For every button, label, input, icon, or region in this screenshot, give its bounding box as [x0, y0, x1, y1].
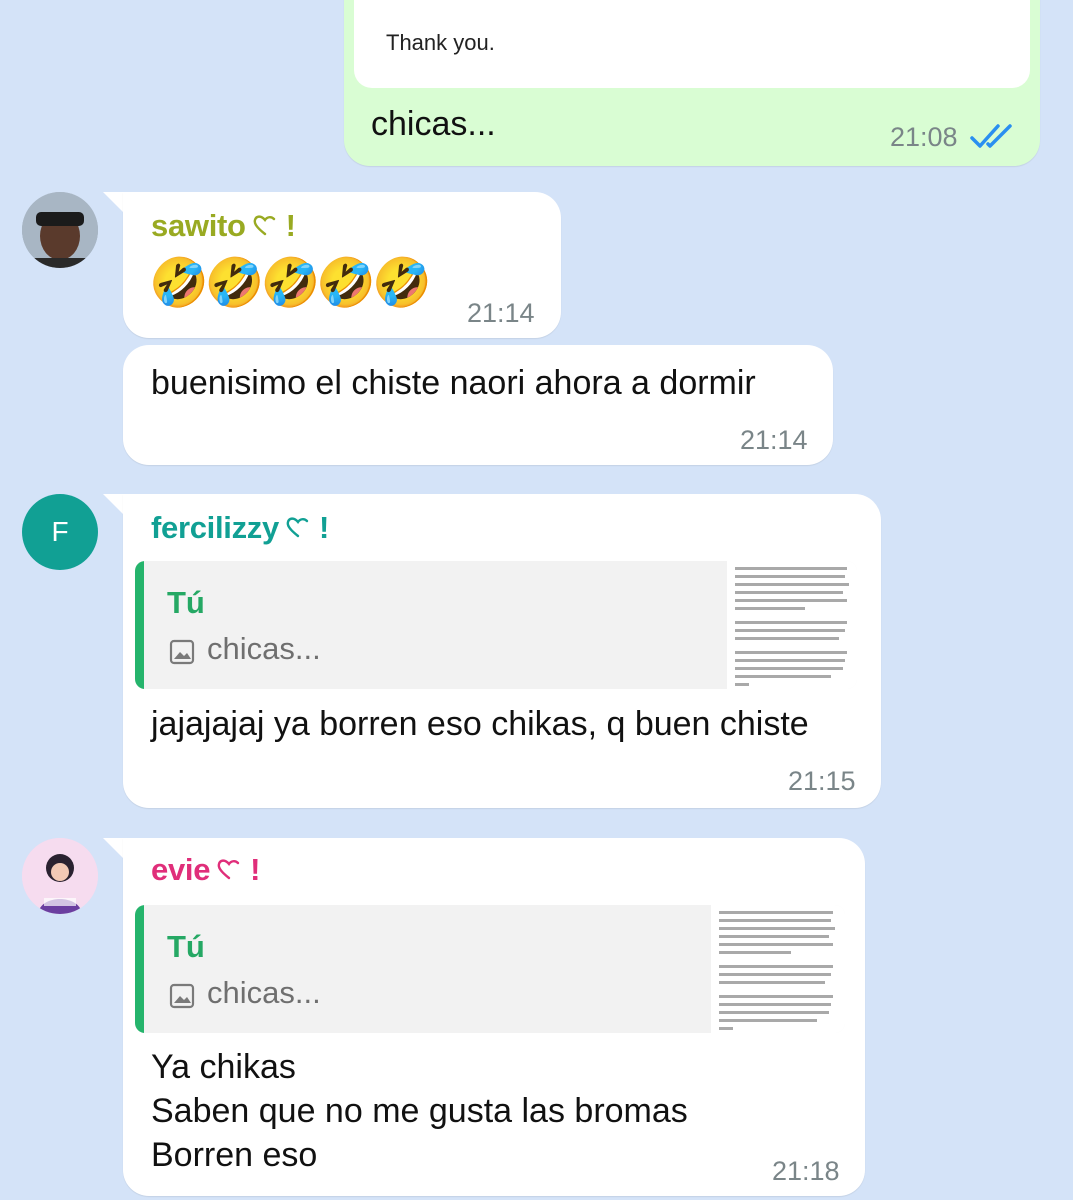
- message-bubble-sawito-1[interactable]: sawito! 🤣🤣🤣🤣🤣 21:14: [123, 192, 561, 338]
- message-bubble-evie[interactable]: evie! Tú chicas... Ya chikas Saben que n…: [123, 838, 865, 1196]
- avatar-fercilizzy[interactable]: F: [22, 494, 98, 570]
- message-line-2: Saben que no me gusta las bromas: [151, 1092, 688, 1130]
- message-text: jajajajaj ya borren eso chikas, q buen c…: [151, 705, 809, 743]
- message-time: 21:14: [740, 425, 808, 455]
- emoji-text: 🤣🤣🤣🤣🤣: [149, 257, 432, 310]
- heart-icon: [216, 854, 242, 890]
- quoted-reply[interactable]: Tú chicas...: [135, 905, 845, 1033]
- quote-thumbnail: [711, 905, 845, 1033]
- message-time: 21:15: [788, 766, 856, 796]
- double-check-read-icon: [970, 122, 1016, 155]
- message-time: 21:08: [890, 122, 958, 152]
- quote-bar: [135, 905, 144, 1033]
- quote-author: Tú: [167, 585, 205, 620]
- quote-author: Tú: [167, 929, 205, 964]
- image-icon: [169, 639, 195, 670]
- forwarded-card: Thank you.: [354, 0, 1030, 88]
- message-time: 21:14: [467, 298, 535, 328]
- person-photo-icon: [22, 838, 98, 914]
- quoted-reply[interactable]: Tú chicas...: [135, 561, 857, 689]
- message-text: buenisimo el chiste naori ahora a dormir: [151, 364, 756, 402]
- quote-text: chicas...: [207, 975, 321, 1010]
- quote-thumbnail: [727, 561, 857, 689]
- card-text: Thank you.: [386, 30, 495, 55]
- message-line-3: Borren eso: [151, 1136, 318, 1174]
- message-bubble-sawito-2[interactable]: buenisimo el chiste naori ahora a dormir…: [123, 345, 833, 465]
- heart-icon: [285, 512, 311, 548]
- sender-name: evie!: [151, 852, 260, 890]
- avatar-letter: F: [51, 516, 69, 547]
- avatar-sawito[interactable]: [22, 192, 98, 268]
- message-text: chicas...: [371, 105, 496, 143]
- quote-bar: [135, 561, 144, 689]
- message-time: 21:18: [772, 1156, 840, 1186]
- avatar-evie[interactable]: [22, 838, 98, 914]
- image-icon: [169, 983, 195, 1014]
- outgoing-message-bubble[interactable]: Thank you. chicas... 21:08: [344, 0, 1040, 166]
- heart-icon: [252, 210, 278, 246]
- sender-name: fercilizzy!: [151, 510, 329, 548]
- message-line-1: Ya chikas: [151, 1048, 296, 1086]
- person-photo-icon: [22, 192, 98, 268]
- sender-name: sawito!: [151, 208, 296, 246]
- quote-text: chicas...: [207, 631, 321, 666]
- message-bubble-fercilizzy[interactable]: fercilizzy! Tú chicas... jajajajaj ya bo…: [123, 494, 881, 808]
